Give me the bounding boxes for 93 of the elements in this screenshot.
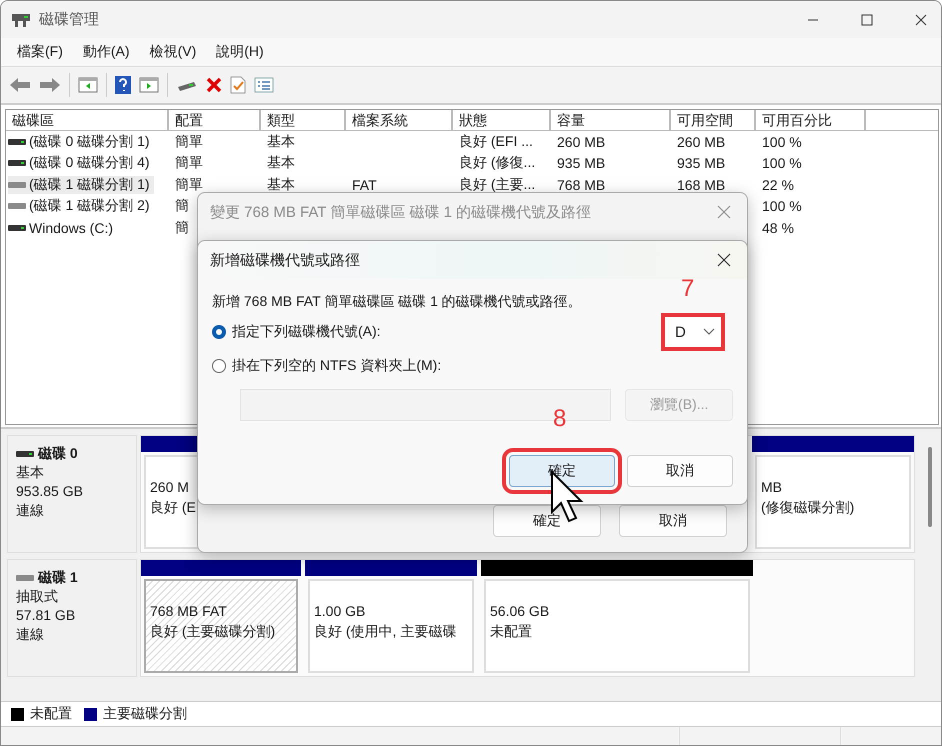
- legend-label: 主要磁碟分割: [103, 705, 187, 723]
- table-cell[interactable]: (磁碟 1 磁碟分割 1): [8, 176, 154, 194]
- table-cell: 良好 (主要...: [459, 176, 536, 192]
- table-cell: 100 %: [762, 198, 802, 214]
- column-header[interactable]: 可用百分比: [756, 110, 866, 130]
- dialog-title: 變更 768 MB FAT 簡單磁碟區 磁碟 1 的磁碟機代號及路徑: [210, 202, 592, 222]
- step-number: 7: [681, 275, 694, 303]
- close-icon[interactable]: [717, 253, 731, 267]
- forward-arrow-icon[interactable]: [39, 77, 61, 93]
- partition-status: 未配置: [490, 622, 533, 641]
- column-header[interactable]: 容量: [551, 110, 671, 130]
- table-cell: 935 MB: [677, 155, 726, 172]
- menu-item[interactable]: 說明(H): [216, 43, 264, 61]
- disk-status: 連線: [16, 501, 45, 520]
- table-cell: 簡: [175, 218, 189, 235]
- table-cell: 基本: [267, 154, 295, 170]
- table-cell: 100 %: [762, 155, 802, 172]
- partition-status: 良好 (E: [150, 498, 197, 517]
- drive-icon: [8, 224, 26, 232]
- table-cell[interactable]: Windows (C:): [8, 220, 118, 236]
- table-cell: 260 MB: [557, 134, 606, 150]
- table-cell: 100 %: [762, 134, 802, 150]
- drive-icon: [8, 138, 26, 146]
- table-cell[interactable]: (磁碟 0 磁碟分割 1): [8, 132, 154, 151]
- column-header[interactable]: 配置: [169, 110, 261, 130]
- action-pane-icon[interactable]: [139, 77, 159, 93]
- table-cell: 260 MB: [677, 134, 726, 150]
- table-cell: FAT: [352, 176, 377, 193]
- dialog-button[interactable]: 取消: [627, 455, 733, 487]
- partition-status: 良好 (使用中, 主要磁碟: [314, 622, 458, 641]
- table-cell[interactable]: (磁碟 1 磁碟分割 2): [8, 197, 154, 216]
- console-tree-icon[interactable]: [78, 77, 98, 93]
- window-title: 磁碟管理: [39, 10, 99, 29]
- disk-info-panel[interactable]: 磁碟 0 基本 953.85 GB 連線: [7, 435, 137, 553]
- column-header[interactable]: 狀態: [453, 110, 551, 130]
- list-icon[interactable]: [254, 77, 274, 93]
- drive-icon: [16, 574, 34, 582]
- partition-size: MB: [761, 478, 783, 497]
- table-cell[interactable]: (磁碟 0 磁碟分割 4): [8, 154, 154, 172]
- scroll-bar[interactable]: [928, 447, 932, 527]
- disk-info-panel[interactable]: 磁碟 1 抽取式 57.81 GB 連線: [7, 559, 137, 677]
- dialog-message: 新增 768 MB FAT 簡單磁碟區 磁碟 1 的磁碟機代號或路徑。: [212, 293, 583, 311]
- table-cell: 良好 (EFI ...: [459, 132, 533, 149]
- menu-item[interactable]: 檢視(V): [150, 43, 196, 61]
- partition-size: 768 MB FAT: [150, 602, 228, 621]
- partition-size: 260 M: [150, 478, 190, 497]
- disk-status: 連線: [16, 625, 45, 644]
- partition-status: (修復磁碟分割): [761, 498, 856, 517]
- partition-status: 良好 (主要磁碟分割): [150, 622, 276, 641]
- partition-size: 1.00 GB: [314, 602, 366, 621]
- disk-management-icon: [11, 12, 31, 28]
- column-header[interactable]: 可用空間: [671, 110, 756, 130]
- column-header[interactable]: 類型: [261, 110, 346, 130]
- drive-icon: [8, 202, 26, 210]
- disk-name: 磁碟 0: [16, 444, 128, 463]
- disk-size: 953.85 GB: [16, 482, 84, 501]
- radio-option[interactable]: 指定下列磁碟機代號(A):: [212, 323, 381, 341]
- help-icon[interactable]: [115, 76, 131, 94]
- drive-letter-dropdown[interactable]: D: [661, 313, 725, 351]
- partition-size: 56.06 GB: [490, 602, 550, 621]
- column-header[interactable]: 磁碟區: [6, 110, 169, 130]
- step-number: 8: [553, 405, 566, 433]
- table-cell: 簡單: [175, 154, 203, 170]
- table-cell: 基本: [267, 132, 295, 149]
- menu-item[interactable]: 動作(A): [82, 43, 130, 61]
- chevron-down-icon: [703, 328, 715, 336]
- table-cell: 簡單: [175, 176, 203, 192]
- back-arrow-icon[interactable]: [9, 77, 31, 93]
- maximize-icon[interactable]: [861, 14, 873, 26]
- drive-icon: [8, 159, 26, 168]
- disk-size: 57.81 GB: [16, 606, 76, 625]
- disk-name: 磁碟 1: [16, 568, 128, 587]
- legend-label: 未配置: [30, 705, 72, 723]
- properties-icon[interactable]: [230, 76, 246, 94]
- table-cell: 基本: [267, 176, 295, 192]
- table-cell: 768 MB: [557, 176, 606, 193]
- table-cell: 22 %: [762, 176, 794, 193]
- table-cell: 簡: [175, 197, 189, 214]
- disk-type: 抽取式: [16, 587, 59, 606]
- column-header[interactable]: 檔案系統: [346, 110, 453, 130]
- drive-icon: [8, 180, 26, 189]
- dialog-title: 新增磁碟機代號或路徑: [210, 250, 360, 270]
- table-cell: 48 %: [762, 220, 794, 236]
- close-icon[interactable]: [915, 14, 927, 26]
- disk-type: 基本: [16, 463, 45, 482]
- table-cell: 簡單: [175, 132, 203, 149]
- table-cell: 168 MB: [677, 176, 726, 193]
- table-cell: 935 MB: [557, 155, 606, 172]
- menu-item[interactable]: 檔案(F): [17, 43, 63, 61]
- drive-icon: [16, 450, 34, 458]
- radio-option[interactable]: 掛在下列空的 NTFS 資料夾上(M):: [212, 357, 442, 375]
- table-cell: 良好 (修復...: [459, 154, 536, 170]
- delete-icon[interactable]: [206, 77, 222, 93]
